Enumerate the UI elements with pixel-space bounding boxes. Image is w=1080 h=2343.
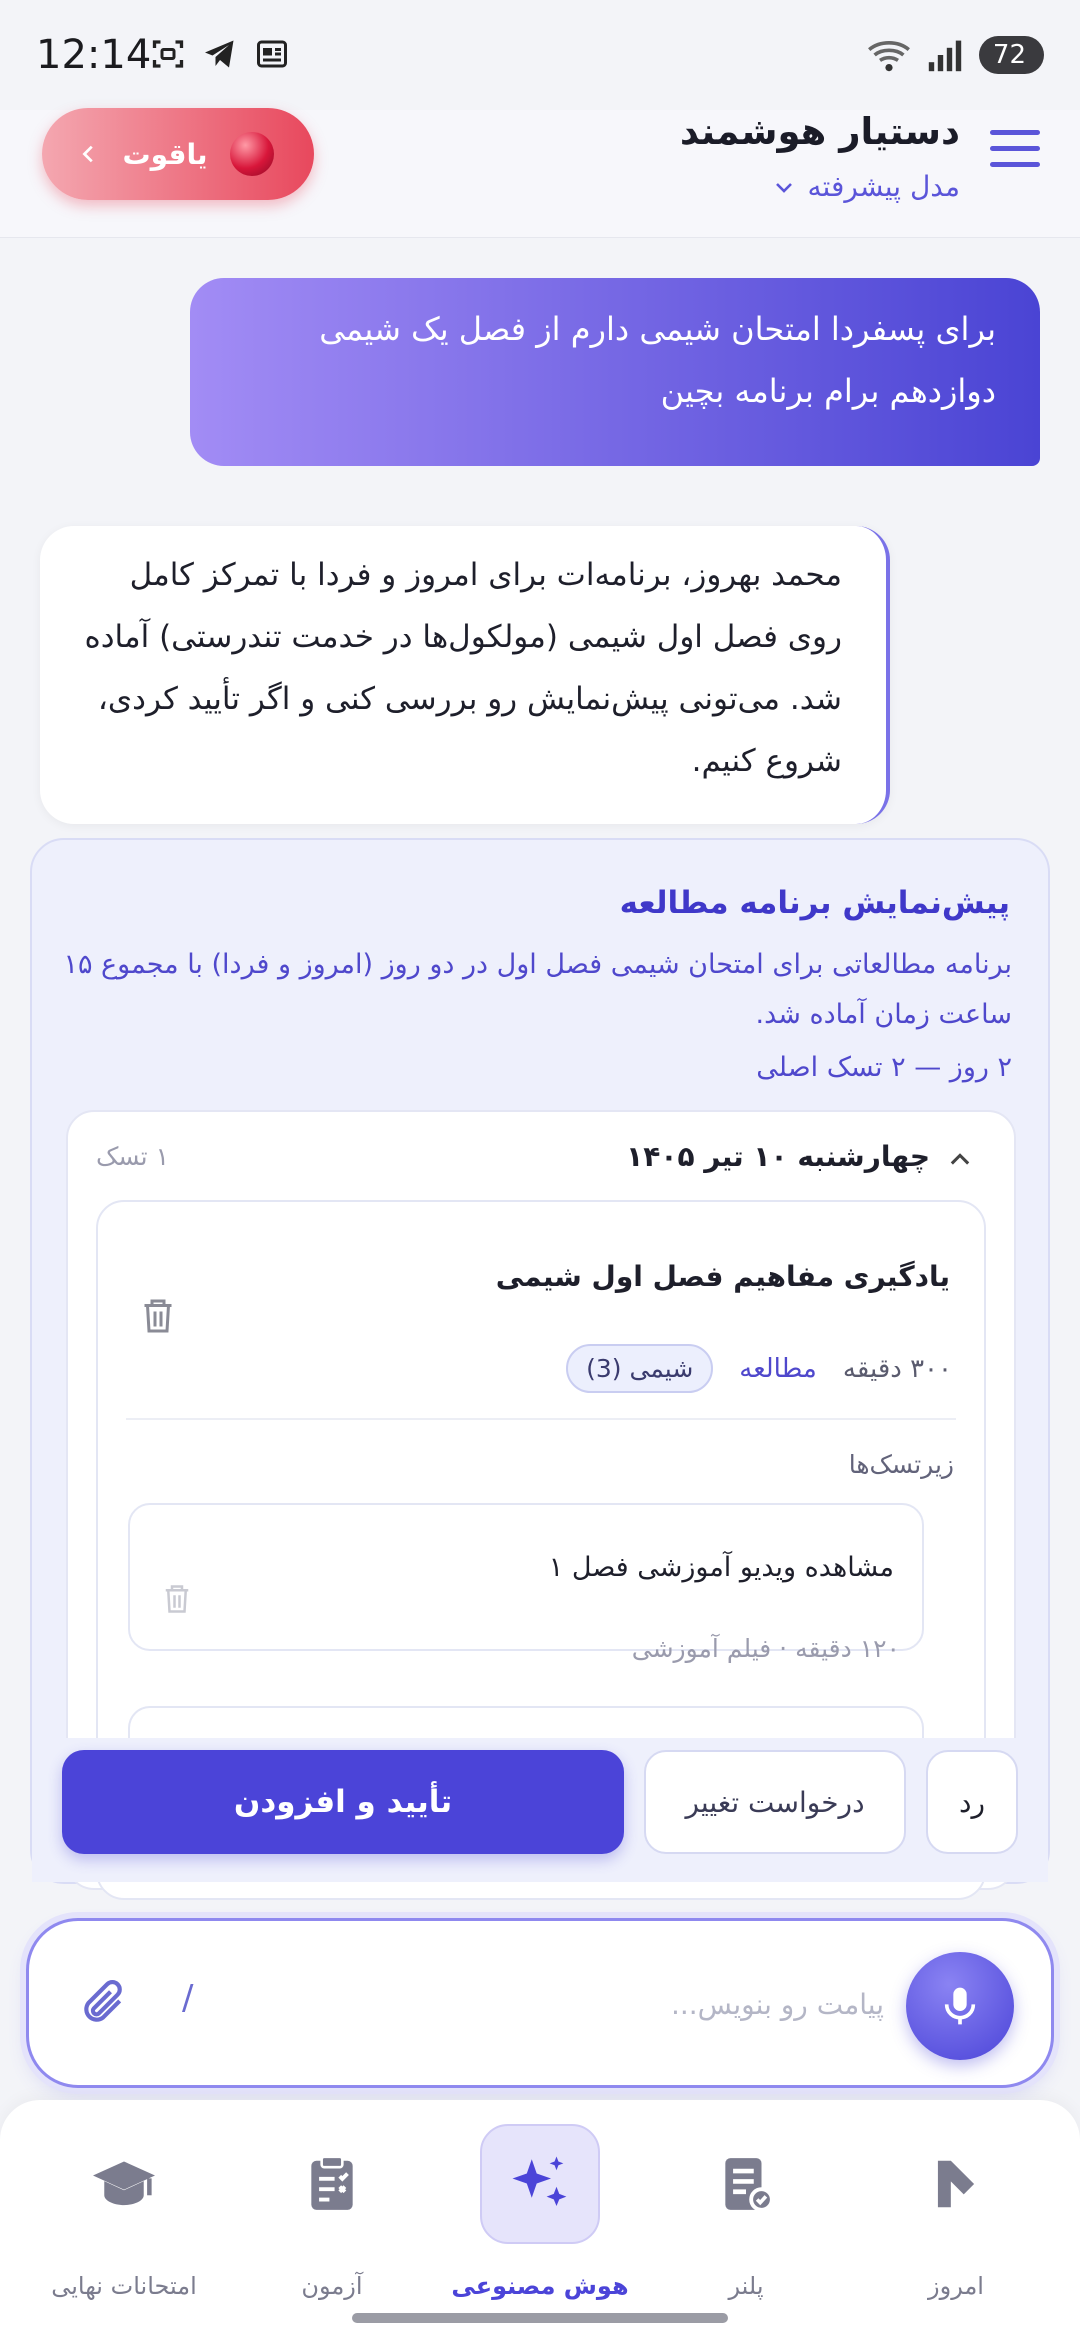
status-time: 12:14 xyxy=(36,32,152,78)
nav-label: هوش مصنوعی xyxy=(451,2272,629,2300)
nav-today[interactable]: امروز xyxy=(856,2124,1056,2314)
page-title: دستیار هوشمند xyxy=(679,110,960,153)
assistant-message: محمد بهروز، برنامه‌ات برای امروز و فردا … xyxy=(40,526,890,824)
plan-meta: ۲ روز — ۲ تسک اصلی xyxy=(756,1052,1012,1083)
attach-icon[interactable] xyxy=(78,1978,128,2028)
signal-icon xyxy=(928,40,962,72)
ruby-button[interactable]: یاقوت xyxy=(42,108,314,200)
status-system-icons: 72 xyxy=(867,36,1044,74)
day-task-count: ۱ تسک xyxy=(96,1142,170,1171)
mic-button[interactable] xyxy=(906,1952,1014,2060)
trash-icon[interactable] xyxy=(162,1582,192,1616)
task-duration: ۳۰۰ دقیقه xyxy=(842,1353,952,1384)
news-icon xyxy=(257,40,287,68)
plan-title: پیش‌نمایش برنامه مطالعه xyxy=(619,885,1010,921)
reject-button[interactable]: رد xyxy=(926,1750,1018,1854)
nav-ai[interactable]: هوش مصنوعی xyxy=(440,2124,640,2314)
message-input[interactable]: پیامت رو بنویس... xyxy=(671,1988,884,2021)
divider xyxy=(126,1418,956,1420)
screenshot-icon xyxy=(152,40,184,68)
chevron-left-icon xyxy=(82,145,93,163)
nav-exam[interactable]: آزمون xyxy=(232,2124,432,2314)
exam-icon xyxy=(311,2155,353,2210)
wifi-icon xyxy=(867,41,910,72)
trash-icon[interactable] xyxy=(140,1296,176,1336)
telegram-icon xyxy=(205,40,234,68)
nav-label: پلنر xyxy=(728,2272,764,2300)
plan-description: برنامه مطالعاتی برای امتحان شیمی فصل اول… xyxy=(63,949,1012,1030)
nav-planner[interactable]: پلنر xyxy=(646,2124,846,2314)
message-input-box[interactable] xyxy=(26,1918,1054,2088)
mic-icon xyxy=(944,1987,976,2025)
model-label: مدل پیشرفته xyxy=(807,170,960,203)
nav-label: امتحانات نهایی xyxy=(51,2272,197,2300)
task-title: یادگیری مفاهیم فصل اول شیمی xyxy=(495,1260,950,1293)
confirm-add-button[interactable]: تأیید و افزودن xyxy=(62,1750,624,1854)
ruby-label: یاقوت xyxy=(122,137,208,171)
nav-label: آزمون xyxy=(301,2272,363,2300)
task-meta: ۳۰۰ دقیقه مطالعه شیمی (3) xyxy=(566,1344,952,1393)
nav-label: امروز xyxy=(928,2272,984,2300)
model-selector[interactable]: مدل پیشرفته xyxy=(772,170,960,203)
task-type: مطالعه xyxy=(739,1353,817,1384)
ruby-gem-icon xyxy=(230,132,274,176)
chevron-down-icon xyxy=(775,182,792,193)
menu-icon[interactable] xyxy=(990,130,1040,174)
subject-chip: شیمی (3) xyxy=(566,1344,714,1393)
battery-indicator: 72 xyxy=(978,36,1044,74)
subtasks-label: زیرتسک‌ها xyxy=(848,1450,954,1479)
graduation-cap-icon xyxy=(93,2161,155,2206)
planner-icon xyxy=(725,2158,774,2212)
user-message: برای پسفردا امتحان شیمی دارم از فصل یک ش… xyxy=(190,278,1040,466)
status-notification-icons xyxy=(150,36,290,72)
subtask-title: مشاهده ویدیو آموزشی فصل ۱ xyxy=(548,1552,894,1583)
ai-sparkle-icon xyxy=(512,2156,567,2206)
slash-command[interactable]: / xyxy=(182,1978,193,2018)
home-indicator[interactable] xyxy=(352,2313,728,2323)
request-change-button[interactable]: درخواست تغییر xyxy=(644,1750,906,1854)
day-title[interactable]: چهارشنبه ۱۰ تیر ۱۴۰۵ xyxy=(626,1140,930,1173)
nav-final-exams[interactable]: امتحانات نهایی xyxy=(24,2124,224,2314)
subtask-meta: ۱۲۰ دقیقه · فیلم آموزشی xyxy=(631,1634,900,1663)
today-icon xyxy=(937,2160,975,2208)
chevron-up-icon[interactable] xyxy=(946,1146,974,1174)
